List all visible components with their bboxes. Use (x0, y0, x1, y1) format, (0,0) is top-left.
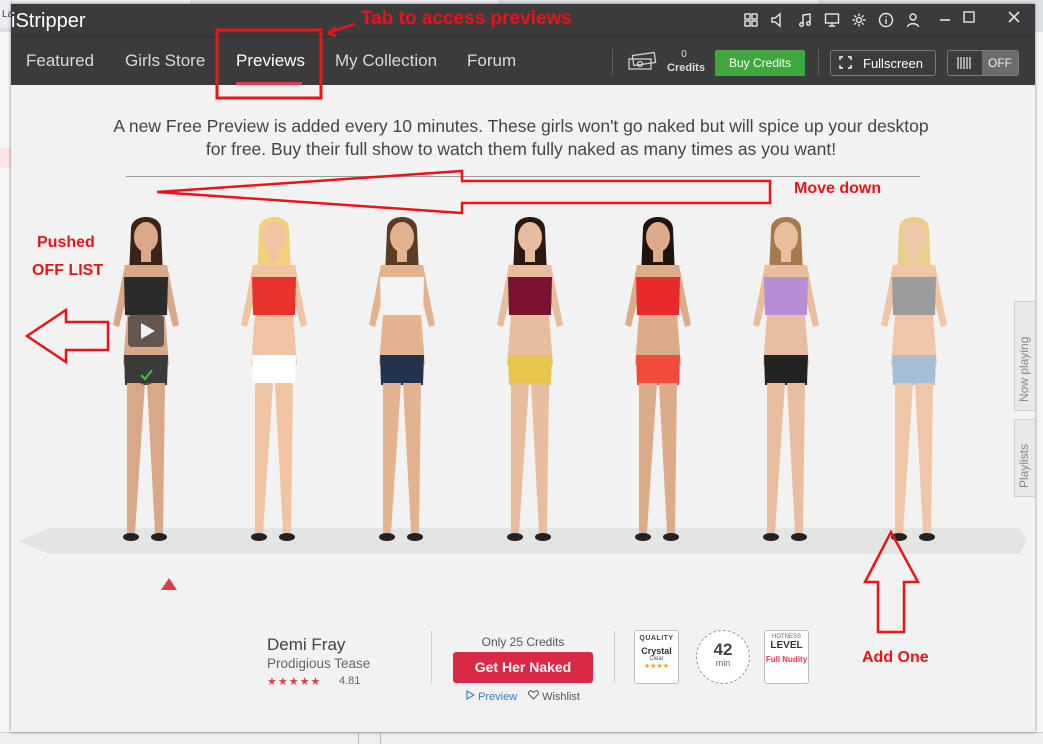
wishlist-link[interactable]: Wishlist (528, 690, 580, 703)
minimize-button[interactable] (935, 10, 955, 30)
tab-previews[interactable]: Previews (236, 51, 305, 71)
info-divider (614, 631, 615, 683)
price-text: Only 25 Credits (481, 635, 565, 649)
background-divider (380, 732, 381, 744)
play-outline-icon (466, 690, 478, 703)
background-footer (0, 732, 1043, 744)
app-logo-text: iStripper (11, 10, 86, 32)
tab-featured[interactable]: Featured (26, 51, 94, 71)
info-divider (431, 631, 432, 683)
gear-icon[interactable] (850, 12, 868, 30)
get-her-naked-button[interactable]: Get Her Naked (453, 652, 593, 683)
quality-stars: ★★★★ (643, 663, 670, 670)
off-list-annotation: OFF LIST (32, 262, 104, 279)
previews-intro-text: A new Free Preview is added every 10 min… (113, 116, 929, 159)
model-figure (241, 217, 307, 541)
nav-divider (818, 49, 819, 75)
hotness-label: LEVEL (770, 640, 803, 651)
app-logo: iStripper (11, 10, 85, 33)
model-figure (881, 217, 947, 541)
duration-value: 42 (713, 640, 733, 659)
show-title: Prodigious Tease (267, 656, 371, 671)
preview-model-card[interactable] (859, 215, 969, 550)
model-figure (113, 217, 179, 541)
tab-note-annotation: Tab to access previews (361, 8, 572, 29)
model-figure (753, 217, 819, 541)
grid-icon[interactable] (742, 12, 760, 30)
maximize-button[interactable] (959, 10, 979, 30)
hotness-badge: HOTNESS LEVEL Full Nudity (764, 630, 809, 684)
pushed-annotation: Pushed (37, 234, 95, 251)
hotness-value: Full Nudity (765, 655, 808, 664)
tab-forum[interactable]: Forum (467, 51, 516, 71)
now-playing-label: Now playing (1017, 336, 1031, 402)
credits-icon (625, 51, 659, 73)
quality-badge: QUALITY Crystal Clear ★★★★ (634, 630, 679, 684)
now-playing-tab[interactable]: Now playing (1014, 301, 1035, 411)
model-figure (369, 217, 435, 541)
preview-model-card[interactable] (475, 215, 585, 550)
selected-model-indicator (161, 578, 177, 590)
fullscreen-label: Fullscreen (863, 56, 923, 71)
preview-model-card[interactable] (731, 215, 841, 550)
playlists-tab[interactable]: Playlists (1014, 419, 1035, 497)
rating-stars: ★★★★★ (267, 676, 322, 688)
desktop-toggle[interactable]: OFF (947, 50, 1019, 76)
preview-link[interactable]: Preview (466, 690, 517, 703)
buy-credits-button[interactable]: Buy Credits (715, 50, 805, 76)
model-figure (497, 217, 563, 541)
preview-model-card[interactable] (603, 215, 713, 550)
speaker-icon[interactable] (769, 12, 787, 30)
intro-divider (126, 176, 920, 177)
credits-count: 0 (681, 49, 687, 60)
preview-link-label: Preview (478, 691, 518, 703)
user-icon[interactable] (904, 12, 922, 30)
main-navigation: Featured Girls Store Previews My Collect… (11, 36, 1035, 85)
heart-icon (528, 690, 542, 703)
fullscreen-button[interactable]: Fullscreen (830, 50, 936, 76)
quality-value: Crystal (641, 646, 672, 656)
add-one-annotation: Add One (862, 649, 929, 666)
tab-girls-store[interactable]: Girls Store (125, 51, 205, 71)
previews-content: A new Free Preview is added every 10 min… (11, 85, 1035, 732)
preview-model-card[interactable] (347, 215, 457, 550)
nav-divider (612, 49, 613, 75)
bars-icon (948, 51, 982, 75)
close-button[interactable] (1004, 10, 1024, 30)
preview-models-row (91, 215, 951, 550)
wishlist-link-label: Wishlist (542, 691, 580, 703)
duration-unit: min (715, 658, 731, 668)
playlists-label: Playlists (1017, 443, 1031, 488)
music-icon[interactable] (796, 12, 814, 30)
istripper-window: iStripper Featured Girls Store Previews … (11, 4, 1035, 732)
background-divider (358, 732, 359, 744)
duration-badge: 42 min (696, 630, 750, 684)
tab-my-collection[interactable]: My Collection (335, 51, 437, 71)
model-figure (625, 217, 691, 541)
info-icon[interactable] (877, 12, 895, 30)
toggle-state: OFF (982, 51, 1018, 75)
credits-label: Credits (667, 62, 705, 74)
expand-icon (839, 56, 852, 72)
quality-heading: QUALITY (639, 635, 674, 642)
model-name: Demi Fray (267, 635, 346, 654)
preview-model-card[interactable] (219, 215, 329, 550)
preview-model-card[interactable] (91, 215, 201, 550)
move-down-annotation: Move down (794, 180, 882, 197)
monitor-icon[interactable] (823, 12, 841, 30)
rating-value: 4.81 (339, 675, 361, 687)
